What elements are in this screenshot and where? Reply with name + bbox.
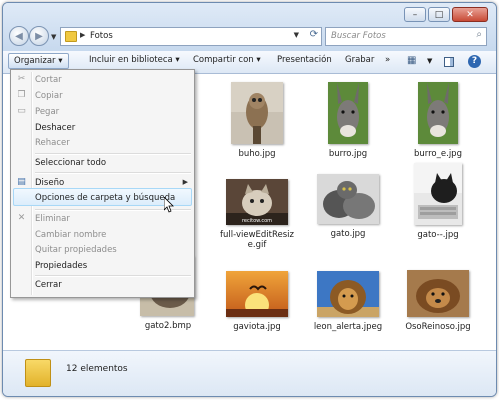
address-text[interactable]: Fotos xyxy=(90,31,113,41)
file-name: buho.jpg xyxy=(238,149,276,159)
menu-item-pegar[interactable]: Pegar xyxy=(35,107,59,117)
back-arrow-icon: ◀ xyxy=(15,30,23,42)
minimize-button[interactable]: – xyxy=(404,7,426,22)
file-name: leon_alerta.jpeg xyxy=(313,322,383,332)
compartir-con-button[interactable]: Compartir con ▾ xyxy=(193,55,261,65)
item-count: 12 elementos xyxy=(66,364,128,374)
submenu-arrow-icon: ▶ xyxy=(182,178,188,186)
change-view-icon[interactable]: ▦ xyxy=(407,55,427,69)
menu-item-eliminar[interactable]: Eliminar xyxy=(35,214,70,224)
file-name: burro.jpg xyxy=(328,149,368,159)
donkey-thumbnail[interactable] xyxy=(418,82,458,144)
file-item[interactable]: leon_alerta.jpeg xyxy=(308,271,388,332)
menu-item-cortar[interactable]: Cortar xyxy=(35,75,62,85)
file-name-line: e.gif xyxy=(247,240,267,250)
copy-icon: ❐ xyxy=(17,90,26,100)
file-name: gato--.jpg xyxy=(417,230,459,240)
file-item[interactable]: burro_e.jpg xyxy=(398,82,478,159)
owl-thumbnail[interactable] xyxy=(231,82,283,144)
address-bar[interactable]: ▶ Fotos ▼ ⟳ xyxy=(60,27,322,46)
file-item[interactable]: gaviota.jpg xyxy=(217,271,297,332)
delete-icon: ✕ xyxy=(17,213,26,223)
file-item[interactable]: OsoReinoso.jpg xyxy=(398,270,478,332)
help-icon[interactable]: ? xyxy=(468,55,481,68)
seagull-sunset-thumbnail[interactable] xyxy=(226,271,288,317)
menu-item-rehacer[interactable]: Rehacer xyxy=(35,138,70,148)
close-button[interactable]: ✕ xyxy=(452,7,488,22)
menu-separator xyxy=(35,172,191,174)
cat-keyboard-thumbnail[interactable] xyxy=(414,163,462,225)
bear-thumbnail[interactable] xyxy=(407,270,469,317)
menu-item-propiedades[interactable]: Propiedades xyxy=(35,261,87,271)
file-name: gaviota.jpg xyxy=(233,322,281,332)
menu-icon-gutter xyxy=(31,72,33,295)
menu-item-cambiar-nombre[interactable]: Cambiar nombre xyxy=(35,230,106,240)
file-item[interactable]: buho.jpg xyxy=(217,82,297,159)
maximize-button[interactable]: □ xyxy=(428,7,450,22)
file-item[interactable]: gato--.jpg xyxy=(398,163,478,240)
details-pane: 12 elementos xyxy=(3,350,496,396)
organizar-menu: ✂ Cortar ❐ Copiar ▭ Pegar Deshacer Rehac… xyxy=(10,69,195,298)
grabar-button[interactable]: Grabar xyxy=(345,55,374,65)
incluir-biblioteca-button[interactable]: Incluir en biblioteca ▾ xyxy=(89,55,180,65)
folder-icon xyxy=(65,31,77,42)
window-controls: – □ ✕ xyxy=(402,7,488,22)
menu-item-seleccionar-todo[interactable]: Seleccionar todo xyxy=(35,158,106,168)
cats-thumbnail[interactable] xyxy=(317,174,379,224)
file-item[interactable]: burro.jpg xyxy=(308,82,388,159)
menu-separator xyxy=(35,153,191,155)
menu-item-deshacer[interactable]: Deshacer xyxy=(35,123,75,133)
refresh-icon[interactable]: ⟳ xyxy=(310,29,318,40)
file-name: gato.jpg xyxy=(330,229,366,239)
menu-item-diseno[interactable]: Diseño xyxy=(35,178,64,188)
preview-pane-icon[interactable] xyxy=(444,57,454,67)
organizar-button[interactable]: Organizar ▾ xyxy=(8,53,69,69)
lion-thumbnail[interactable] xyxy=(317,271,379,317)
back-button[interactable]: ◀ xyxy=(9,26,29,46)
more-commands-button[interactable]: » xyxy=(385,55,390,65)
recent-pages-dropdown[interactable]: ▼ xyxy=(51,33,56,41)
scissors-icon: ✂ xyxy=(17,74,26,84)
title-bar: – □ ✕ ◀ ▶ ▼ ▶ Fotos ▼ ⟳ Buscar Fotos ⌕ xyxy=(3,3,496,51)
file-item[interactable]: recitow.com full-viewEditResiz e.gif xyxy=(217,179,297,250)
file-item[interactable]: gato.jpg xyxy=(308,174,388,239)
menu-item-opciones-carpeta[interactable]: Opciones de carpeta y búsqueda xyxy=(35,193,175,203)
mouse-pointer-icon xyxy=(164,197,174,213)
cat-gif-thumbnail[interactable]: recitow.com xyxy=(226,179,288,225)
breadcrumb-arrow-icon[interactable]: ▶ xyxy=(80,31,85,39)
search-box[interactable]: Buscar Fotos ⌕ xyxy=(325,27,487,46)
file-name: OsoReinoso.jpg xyxy=(405,322,471,332)
paste-icon: ▭ xyxy=(17,106,26,116)
menu-item-quitar-propiedades[interactable]: Quitar propiedades xyxy=(35,245,117,255)
file-name: full-viewEditResiz e.gif xyxy=(217,230,297,250)
folder-icon xyxy=(25,359,51,387)
address-history-dropdown[interactable]: ▼ xyxy=(294,31,299,39)
forward-button[interactable]: ▶ xyxy=(29,26,49,46)
watermark-text: recitow.com xyxy=(242,218,272,224)
menu-item-copiar[interactable]: Copiar xyxy=(35,91,63,101)
search-placeholder[interactable]: Buscar Fotos xyxy=(331,31,386,41)
forward-arrow-icon: ▶ xyxy=(35,30,43,42)
file-name: burro_e.jpg xyxy=(414,149,462,159)
presentacion-button[interactable]: Presentación xyxy=(277,55,332,65)
menu-item-cerrar[interactable]: Cerrar xyxy=(35,280,62,290)
layout-icon: ▤ xyxy=(17,177,26,187)
view-options-dropdown[interactable]: ▼ xyxy=(427,57,432,65)
file-name-line: full-viewEditResiz xyxy=(220,230,294,240)
search-icon[interactable]: ⌕ xyxy=(476,29,482,40)
menu-separator xyxy=(35,275,191,277)
donkey-thumbnail[interactable] xyxy=(328,82,368,144)
file-name: gato2.bmp xyxy=(144,321,192,331)
